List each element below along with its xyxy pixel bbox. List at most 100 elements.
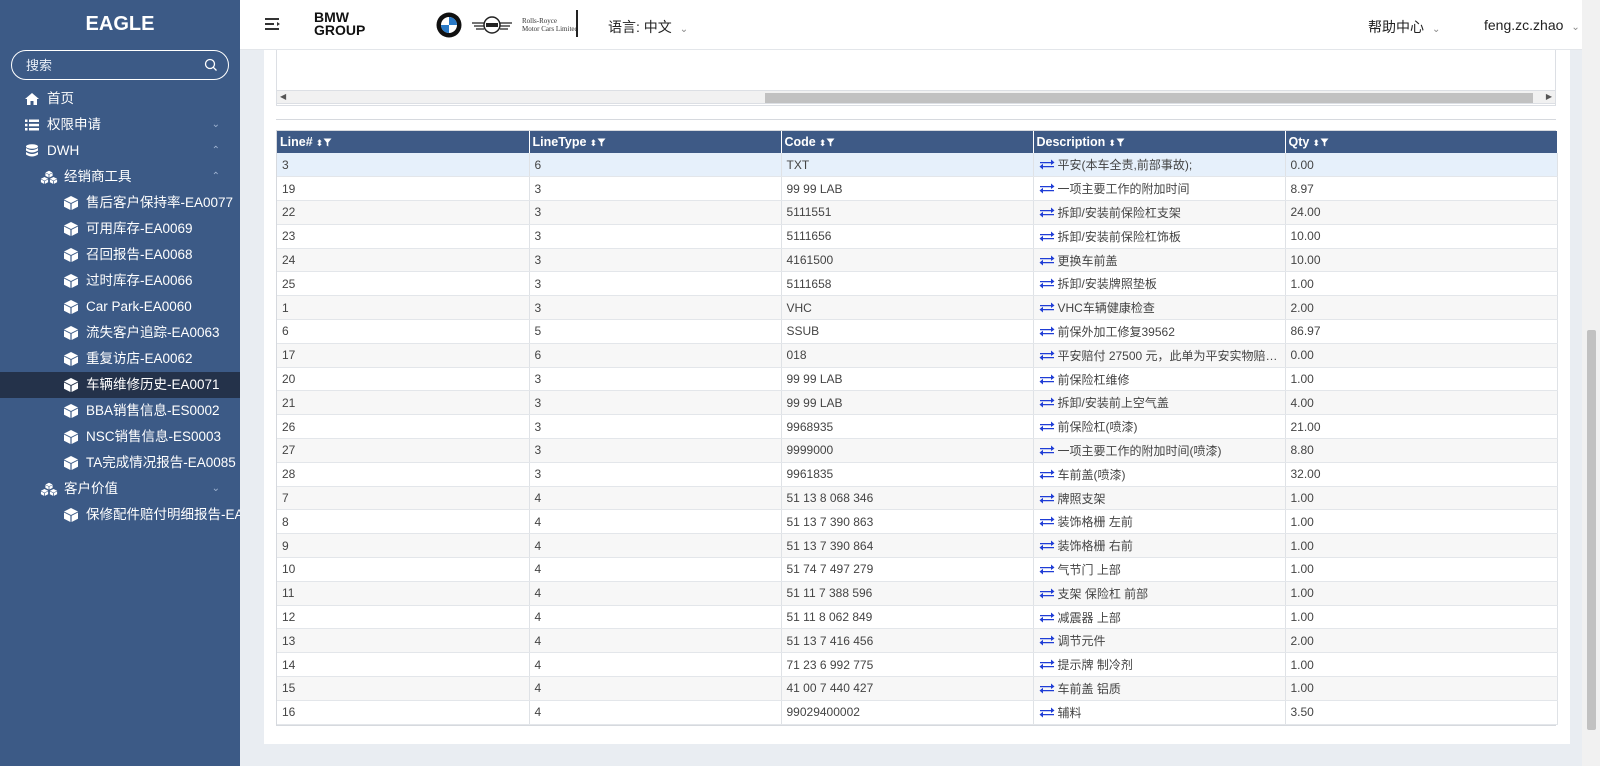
- table-row[interactable]: 19 3 99 99 LAB 一项主要工作的附加时间 8.97: [277, 176, 1558, 202]
- table-row[interactable]: 14 4 71 23 6 992 775 提示牌 制冷剂 1.00: [277, 652, 1558, 678]
- sidebar-item[interactable]: 权限申请 ⌄: [0, 112, 240, 138]
- table-row[interactable]: 25 3 5111658 拆卸/安装牌照垫板 1.00: [277, 271, 1558, 297]
- table-row[interactable]: 24 3 4161500 更换车前盖 10.00: [277, 248, 1558, 273]
- chevron-down-icon[interactable]: ⌄: [212, 112, 220, 138]
- exchange-icon[interactable]: [1039, 493, 1055, 504]
- table-row[interactable]: 10 4 51 74 7 497 279 气节门 上部 1.00: [277, 557, 1558, 582]
- sidebar-item[interactable]: TA完成情况报告-EA0085: [0, 450, 240, 476]
- table-row[interactable]: 13 4 51 13 7 416 456 调节元件 2.00: [277, 628, 1558, 654]
- cell-value: 51 13 7 416 456: [786, 633, 874, 648]
- table-cell: 前保外加工修复39562: [1033, 319, 1286, 344]
- sort-filter-icon[interactable]: ⬍: [819, 138, 836, 148]
- table-row[interactable]: 3 6 TXT 平安(本车全责,前部事故); 0.00: [277, 153, 1558, 178]
- sort-filter-icon[interactable]: ⬍: [1312, 138, 1329, 148]
- exchange-icon[interactable]: [1039, 350, 1055, 361]
- cell-value: 51 13 7 390 864: [786, 538, 874, 553]
- table-row[interactable]: 12 4 51 11 8 062 849 减震器 上部 1.00: [277, 605, 1558, 630]
- cell-value: VHC车辆健康检查: [1057, 301, 1155, 316]
- scroll-right-icon[interactable]: ▶: [1546, 92, 1552, 101]
- horizontal-scroll-thumb[interactable]: [765, 93, 1533, 103]
- column-header[interactable]: Code ⬍: [781, 131, 1034, 153]
- table-cell: 4.00: [1285, 390, 1558, 416]
- table-row[interactable]: 16 4 99029400002 辅料 3.50: [277, 700, 1558, 725]
- column-header-label: Line#: [280, 135, 313, 149]
- sidebar-item[interactable]: NSC销售信息-ES0003: [0, 424, 240, 450]
- help-center-menu[interactable]: 帮助中心 ⌄: [1368, 17, 1440, 37]
- search-icon[interactable]: [204, 58, 218, 72]
- chevron-up-icon[interactable]: ⌃: [212, 138, 220, 164]
- chevron-up-icon[interactable]: ⌃: [212, 164, 220, 190]
- sidebar-item[interactable]: DWH ⌃: [0, 138, 240, 164]
- user-menu[interactable]: feng.zc.zhao ⌄: [1484, 17, 1580, 33]
- column-header[interactable]: LineType ⬍: [529, 131, 782, 153]
- exchange-icon[interactable]: [1039, 278, 1055, 289]
- table-row[interactable]: 28 3 9961835 车前盖(喷漆) 32.00: [277, 462, 1558, 487]
- table-cell: 1.00: [1285, 367, 1558, 392]
- sidebar-item[interactable]: 首页: [0, 86, 240, 112]
- sidebar-item[interactable]: 召回报告-EA0068: [0, 242, 240, 268]
- exchange-icon[interactable]: [1039, 540, 1055, 551]
- exchange-icon[interactable]: [1039, 445, 1055, 456]
- sidebar-item[interactable]: Car Park-EA0060: [0, 294, 240, 320]
- sidebar-item[interactable]: BBA销售信息-ES0002: [0, 398, 240, 424]
- chevron-down-icon[interactable]: ⌄: [212, 476, 220, 502]
- exchange-icon[interactable]: [1039, 635, 1055, 646]
- exchange-icon[interactable]: [1039, 588, 1055, 599]
- exchange-icon[interactable]: [1039, 374, 1055, 385]
- exchange-icon[interactable]: [1039, 231, 1055, 242]
- sidebar-item[interactable]: 可用库存-EA0069: [0, 216, 240, 242]
- table-row[interactable]: 8 4 51 13 7 390 863 装饰格栅 左前 1.00: [277, 509, 1558, 535]
- column-header[interactable]: Description ⬍: [1033, 131, 1286, 153]
- exchange-icon[interactable]: [1039, 683, 1055, 694]
- exchange-icon[interactable]: [1039, 302, 1055, 313]
- table-row[interactable]: 15 4 41 00 7 440 427 车前盖 铝质 1.00: [277, 676, 1558, 701]
- column-header[interactable]: Line# ⬍: [277, 131, 530, 153]
- table-row[interactable]: 9 4 51 13 7 390 864 装饰格栅 右前 1.00: [277, 533, 1558, 559]
- table-cell: 拆卸/安装前保险杠支架: [1033, 200, 1286, 225]
- table-row[interactable]: 27 3 9999000 一项主要工作的附加时间(喷漆) 8.80: [277, 438, 1558, 463]
- exchange-icon[interactable]: [1039, 326, 1055, 337]
- exchange-icon[interactable]: [1039, 612, 1055, 623]
- search-input[interactable]: [12, 51, 228, 79]
- table-row[interactable]: 17 6 018 平安赔付 27500 元，此单为平安实物赔… 0.00: [277, 343, 1558, 368]
- exchange-icon[interactable]: [1039, 255, 1055, 266]
- sort-filter-icon[interactable]: ⬍: [1108, 138, 1125, 148]
- vertical-scroll-thumb[interactable]: [1587, 330, 1596, 730]
- sidebar-item[interactable]: 客户价值 ⌄: [0, 476, 240, 502]
- column-header[interactable]: Qty ⬍: [1285, 131, 1558, 153]
- sidebar-item[interactable]: 经销商工具 ⌃: [0, 164, 240, 190]
- sidebar-item[interactable]: 重复访店-EA0062: [0, 346, 240, 372]
- menu-toggle-icon[interactable]: [264, 15, 282, 33]
- table-row[interactable]: 6 5 SSUB 前保外加工修复39562 86.97: [277, 319, 1558, 344]
- exchange-icon[interactable]: [1039, 469, 1055, 480]
- language-selector[interactable]: 语言: 中文 ⌄: [608, 17, 688, 37]
- vertical-scrollbar[interactable]: [1582, 0, 1600, 766]
- exchange-icon[interactable]: [1039, 183, 1055, 194]
- table-row[interactable]: 22 3 5111551 拆卸/安装前保险杠支架 24.00: [277, 200, 1558, 225]
- table-row[interactable]: 21 3 99 99 LAB 拆卸/安装前上空气盖 4.00: [277, 390, 1558, 416]
- sort-filter-icon[interactable]: ⬍: [589, 138, 606, 148]
- sidebar-item[interactable]: 保修配件赔付明细报告-EA: [0, 502, 240, 528]
- table-row[interactable]: 7 4 51 13 8 068 346 牌照支架 1.00: [277, 486, 1558, 511]
- table-row[interactable]: 20 3 99 99 LAB 前保险杠维修 1.00: [277, 367, 1558, 392]
- exchange-icon[interactable]: [1039, 659, 1055, 670]
- table-row[interactable]: 1 3 VHC VHC车辆健康检查 2.00: [277, 295, 1558, 321]
- sidebar-item[interactable]: 流失客户追踪-EA0063: [0, 320, 240, 346]
- horizontal-scrollbar[interactable]: ◀ ▶: [276, 90, 1556, 104]
- exchange-icon[interactable]: [1039, 516, 1055, 527]
- table-row[interactable]: 26 3 9968935 前保险杠(喷漆) 21.00: [277, 414, 1558, 440]
- exchange-icon[interactable]: [1039, 564, 1055, 575]
- sidebar-item[interactable]: 车辆维修历史-EA0071: [0, 372, 240, 398]
- exchange-icon[interactable]: [1039, 421, 1055, 432]
- sidebar-item[interactable]: 售后客户保持率-EA0077: [0, 190, 240, 216]
- sort-filter-icon[interactable]: ⬍: [316, 138, 333, 148]
- scroll-left-icon[interactable]: ◀: [280, 92, 286, 101]
- exchange-icon[interactable]: [1039, 397, 1055, 408]
- table-cell: 4: [529, 628, 782, 654]
- exchange-icon[interactable]: [1039, 159, 1055, 170]
- table-row[interactable]: 11 4 51 11 7 388 596 支架 保险杠 前部 1.00: [277, 581, 1558, 606]
- exchange-icon[interactable]: [1039, 207, 1055, 218]
- sidebar-item[interactable]: 过时库存-EA0066: [0, 268, 240, 294]
- table-row[interactable]: 23 3 5111656 拆卸/安装前保险杠饰板 10.00: [277, 224, 1558, 249]
- exchange-icon[interactable]: [1039, 707, 1055, 718]
